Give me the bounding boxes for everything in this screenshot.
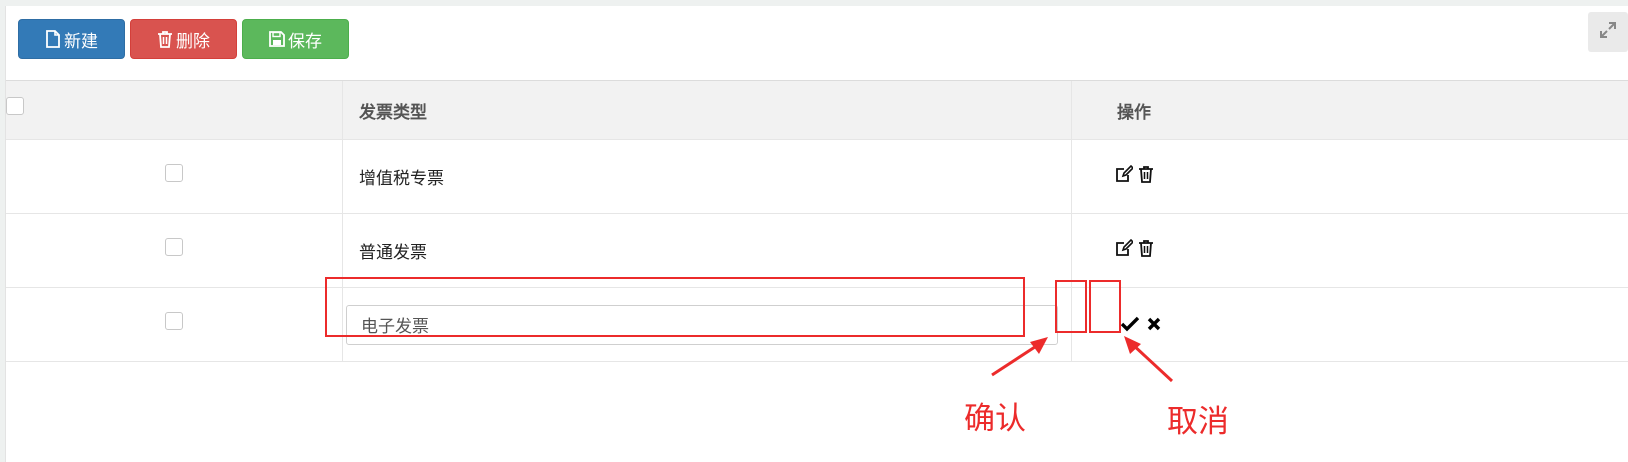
row-checkbox[interactable]: [165, 237, 183, 256]
header-invoice-type[interactable]: 发票类型: [342, 80, 1072, 140]
save-button[interactable]: 保存: [242, 19, 349, 59]
header-operations: 操作: [1071, 80, 1628, 140]
floppy-icon: [269, 31, 285, 47]
close-icon[interactable]: [1147, 317, 1161, 331]
trash-icon: [157, 30, 173, 48]
invoice-type-table: 发票类型 操作 增值税专票 普通发票 电子发票: [6, 80, 1628, 362]
trash-icon[interactable]: [1138, 239, 1154, 257]
row-checkbox[interactable]: [165, 311, 183, 330]
toolbar: 新建 删除 保存: [18, 19, 349, 59]
invoice-type-input[interactable]: [346, 304, 1058, 345]
invoice-type-cell: 普通发票: [342, 213, 1072, 288]
save-button-label: 保存: [288, 31, 322, 52]
expand-icon: [1599, 21, 1617, 43]
select-all-cell: [6, 80, 343, 140]
edit-icon[interactable]: [1115, 239, 1133, 257]
delete-button[interactable]: 删除: [130, 19, 237, 59]
table-row: 普通发票: [6, 213, 1628, 288]
check-icon[interactable]: [1121, 316, 1139, 332]
content-panel: 新建 删除 保存 发票类型 操作 增值税专票 普通发票 电子发票: [5, 6, 1628, 462]
table-row-editing: [6, 287, 1628, 362]
table-row: 增值税专票: [6, 139, 1628, 214]
new-button[interactable]: 新建: [18, 19, 125, 59]
cancel-annotation-label: 取消: [1167, 404, 1229, 440]
delete-button-label: 删除: [176, 31, 210, 52]
table-header-row: 发票类型 操作: [6, 80, 1628, 140]
fullscreen-button[interactable]: [1588, 12, 1628, 52]
row-checkbox[interactable]: [165, 163, 183, 182]
invoice-type-cell: 增值税专票: [342, 139, 1072, 214]
edit-icon[interactable]: [1115, 165, 1133, 183]
confirm-annotation-label: 确认: [964, 401, 1026, 437]
select-all-checkbox[interactable]: [6, 97, 24, 115]
trash-icon[interactable]: [1138, 165, 1154, 183]
file-icon: [45, 30, 61, 48]
new-button-label: 新建: [64, 31, 98, 52]
